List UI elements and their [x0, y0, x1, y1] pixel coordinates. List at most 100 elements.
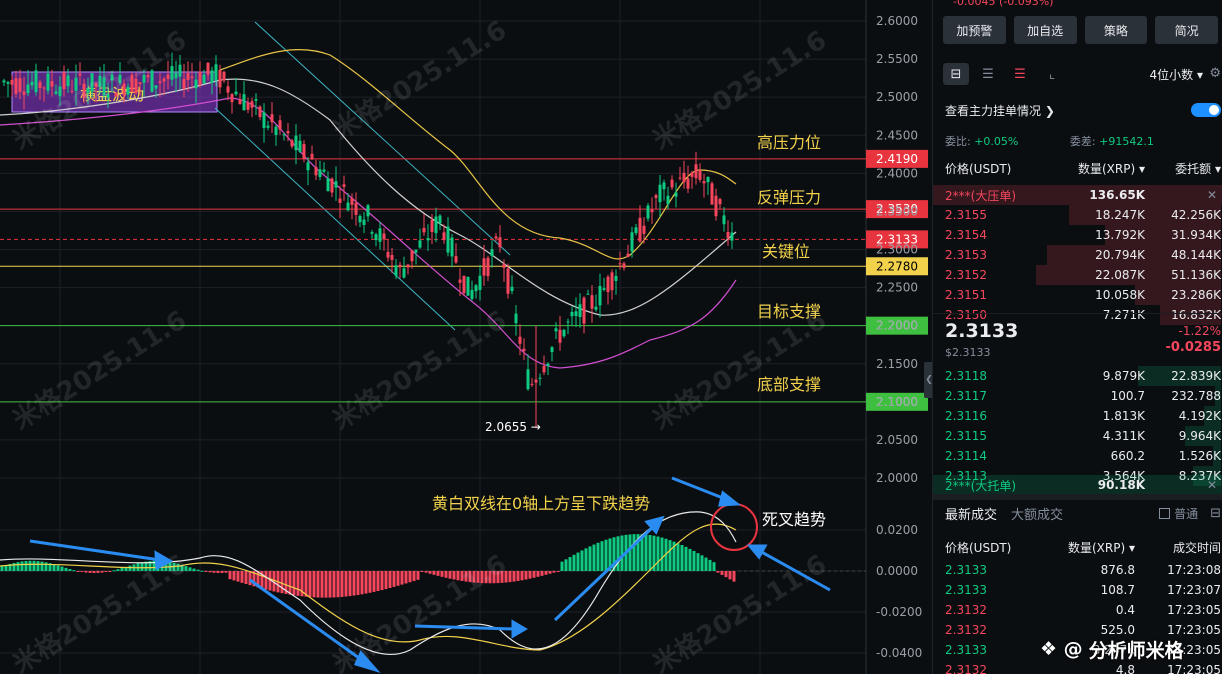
- macd-bar: [400, 571, 404, 585]
- macd-bar: [224, 571, 228, 573]
- book-asks-icon[interactable]: ☰: [1007, 63, 1033, 85]
- book-depth-icon[interactable]: ⌞: [1039, 63, 1065, 85]
- trade-qty: 0.4: [1115, 603, 1135, 617]
- author-name: 分析师米格: [1088, 639, 1184, 662]
- price-tick: 2.0500: [876, 433, 918, 447]
- main-force-toggle[interactable]: [1191, 103, 1221, 117]
- orderbook-row[interactable]: 2.3151 10.058K 23.286K: [945, 285, 1221, 305]
- candle-body: [422, 227, 426, 233]
- candle-body: [666, 195, 670, 205]
- orderbook-row[interactable]: 2.3118 9.879K 22.839K: [945, 366, 1221, 386]
- macd-bar: [604, 539, 608, 571]
- orderbook-row[interactable]: 2.3152 22.087K 51.136K: [945, 265, 1221, 285]
- candle-body: [730, 232, 734, 241]
- price-tick: 2.5000: [876, 90, 918, 104]
- orderbook-view-toggles: ⊟ ☰ ☰ ⌞ 4位小数 ▾ ⚙: [943, 62, 1222, 86]
- macd-bar: [348, 571, 352, 597]
- candle-body: [302, 144, 306, 159]
- candle-body: [198, 71, 202, 86]
- candle-body: [434, 216, 438, 234]
- macd-bar: [588, 546, 592, 571]
- col-amount[interactable]: 委托额 ▾: [1145, 160, 1221, 182]
- candle-body: [194, 79, 198, 89]
- close-icon[interactable]: ✕: [1207, 478, 1217, 492]
- candle-body: [410, 250, 414, 262]
- candle-body: [598, 285, 602, 306]
- col-qty[interactable]: 数量(XRP) ▾: [1045, 160, 1145, 182]
- macd-bar: [88, 571, 92, 573]
- tab-large-trades[interactable]: 大额成交: [1011, 504, 1063, 523]
- orderbook-row[interactable]: 2.3114 660.2 1.526K: [945, 446, 1221, 466]
- gear-icon[interactable]: ⚙: [1209, 66, 1221, 81]
- trade-price: 2.3133: [945, 563, 987, 577]
- book-both-icon[interactable]: ⊟: [943, 63, 969, 85]
- filter-icon[interactable]: ⊟: [1210, 506, 1221, 521]
- normal-checkbox[interactable]: 普通: [1159, 505, 1198, 522]
- orderbook-row[interactable]: 2.3154 13.792K 31.934K: [945, 225, 1221, 245]
- macd-bar: [324, 571, 328, 598]
- big-bid-row[interactable]: 2***(大托单) 90.18K ✕: [933, 475, 1222, 495]
- main-force-row[interactable]: 查看主力挂单情况 ❯: [945, 100, 1221, 120]
- kline-chart[interactable]: 横盘波动 2.4190高压力位2.3530反弹压力2.3133关键位2.2780…: [0, 0, 932, 674]
- candle-body: [314, 167, 318, 176]
- change-value: -0.0285: [1165, 340, 1221, 355]
- macd-bar: [600, 541, 604, 571]
- candle-body: [538, 377, 542, 379]
- big-ask-row[interactable]: 2***(大压单) 136.65K ✕: [933, 185, 1222, 205]
- watermarks: 米格2025.11.6 米格2025.11.6 米格2025.11.6米格2025.…: [7, 15, 832, 674]
- add-alert-button[interactable]: 加预警: [943, 16, 1006, 44]
- candle-body: [550, 347, 554, 353]
- candle-body: [506, 268, 510, 294]
- book-header: 价格(USDT) 数量(XRP) ▾ 委托额 ▾: [945, 160, 1221, 182]
- orderbook-row[interactable]: 2.3155 18.247K 42.256K: [945, 205, 1221, 225]
- ratio-label: 委比:: [945, 135, 971, 148]
- macd-note: 黄白双线在0轴上方呈下跌趋势: [432, 494, 650, 513]
- macd-bar: [360, 571, 364, 595]
- trade-time: 17:23:05: [1167, 603, 1221, 617]
- candle-body: [622, 263, 626, 268]
- candle-body: [398, 264, 402, 268]
- last-price-usd: $2.3133: [945, 346, 991, 359]
- candle-body: [202, 74, 206, 84]
- candle-body: [2, 80, 6, 83]
- close-icon[interactable]: ✕: [1207, 188, 1217, 202]
- macd-bar: [220, 571, 224, 574]
- big-order-qty: 90.18K: [1097, 478, 1145, 492]
- macd-bar: [676, 543, 680, 571]
- trades-col-qty[interactable]: 数量(XRP) ▾: [1045, 539, 1135, 556]
- overview-button[interactable]: 简况: [1155, 16, 1218, 44]
- trade-tabs: 最新成交 大额成交 普通 ⊟: [945, 502, 1221, 524]
- macd-bar: [292, 571, 296, 596]
- candle-body: [214, 64, 218, 81]
- macd-bar: [428, 571, 432, 574]
- candle-body: [406, 264, 410, 268]
- candle-body: [274, 126, 278, 135]
- decimal-select[interactable]: 4位小数 ▾: [1150, 66, 1203, 83]
- candle-body: [30, 81, 34, 86]
- orderbook-row[interactable]: 2.3153 20.794K 48.144K: [945, 245, 1221, 265]
- candle-body: [650, 209, 654, 213]
- macd-bar: [668, 540, 672, 571]
- trade-time: 17:23:07: [1167, 583, 1221, 597]
- tab-latest-trades[interactable]: 最新成交: [945, 504, 997, 523]
- macd-bar: [320, 571, 324, 598]
- candle-body: [618, 263, 622, 265]
- strategy-button[interactable]: 策略: [1084, 16, 1148, 44]
- candle-body: [430, 219, 434, 232]
- macd-bar: [244, 571, 248, 585]
- row-qty: 4.311K: [1102, 429, 1145, 443]
- candle-body: [562, 329, 566, 337]
- orderbook-row[interactable]: 2.3115 4.311K 9.964K: [945, 426, 1221, 446]
- orderbook-row[interactable]: 2.3117 100.7 232.788: [945, 386, 1221, 406]
- candle-body: [390, 255, 394, 260]
- book-bids-icon[interactable]: ☰: [975, 63, 1001, 85]
- candle-body: [454, 256, 458, 263]
- candle-body: [542, 365, 546, 373]
- macd-bar: [560, 561, 564, 571]
- macd-bar: [720, 571, 724, 575]
- row-amount: 4.192K: [1178, 409, 1221, 423]
- orderbook-row[interactable]: 2.3116 1.813K 4.192K: [945, 406, 1221, 426]
- candle-body: [166, 74, 170, 80]
- add-watchlist-button[interactable]: 加自选: [1013, 16, 1077, 44]
- macd-bar: [536, 571, 540, 577]
